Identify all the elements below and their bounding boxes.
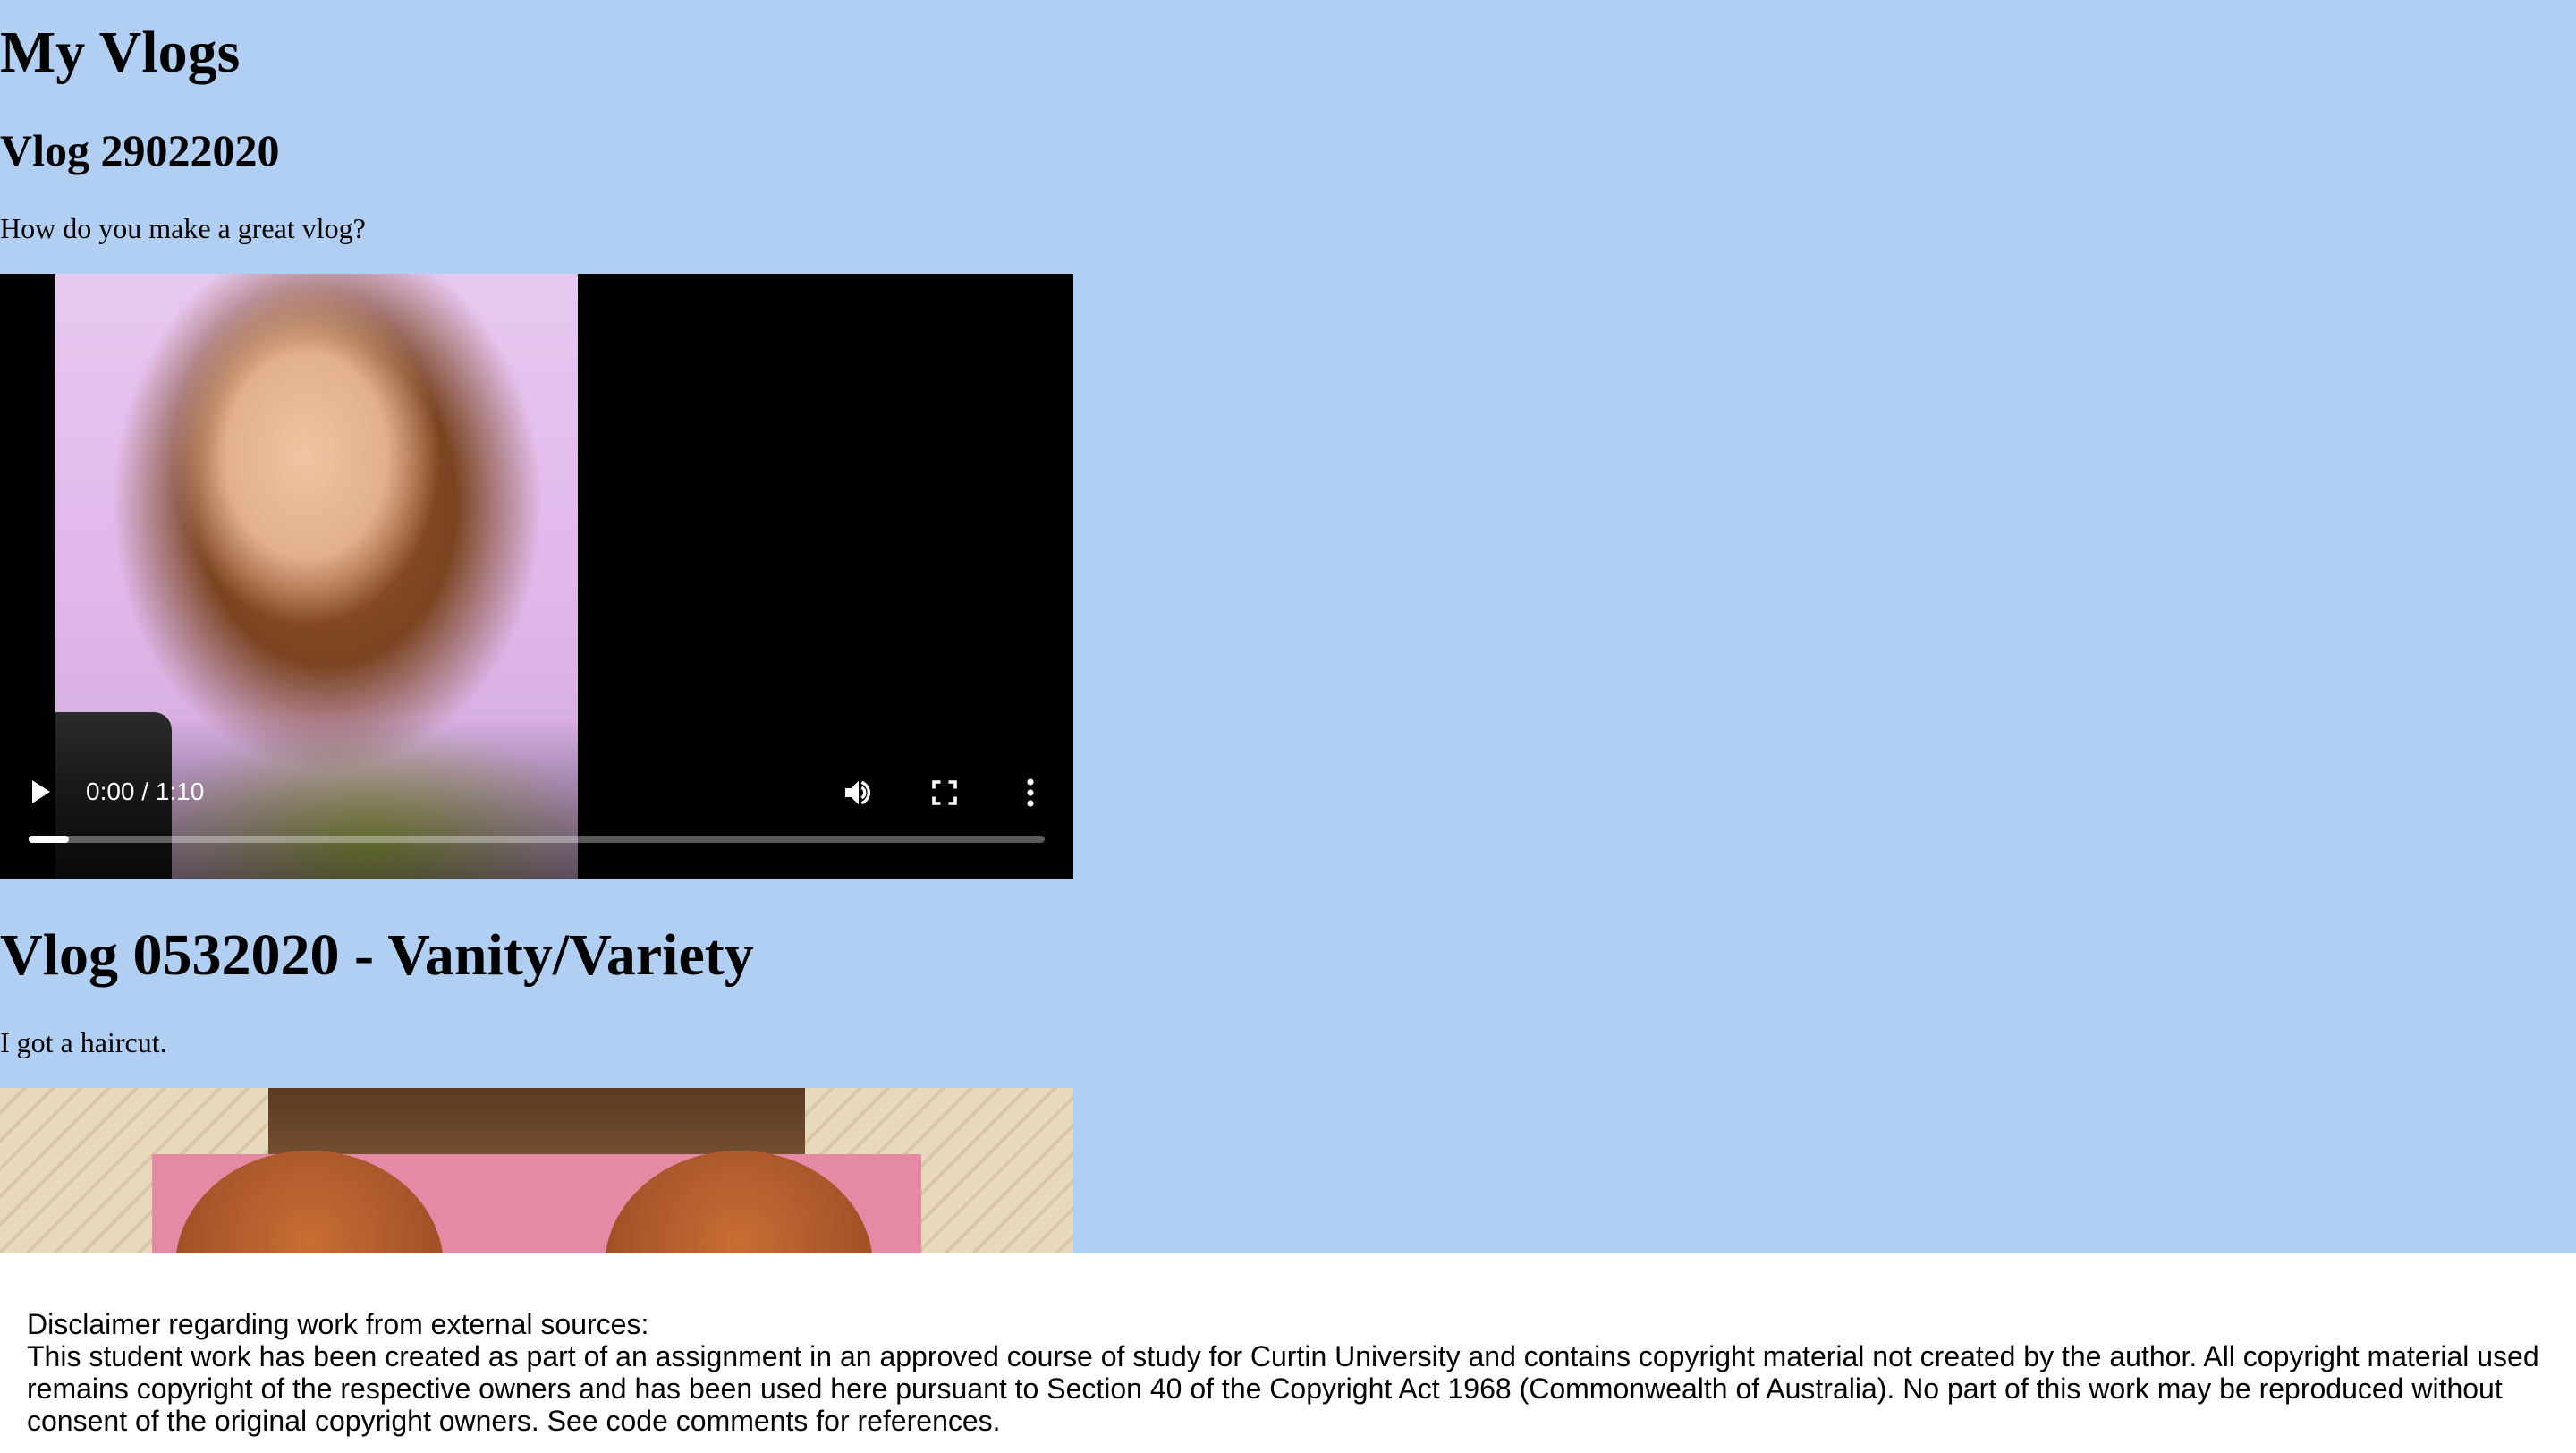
video-progress-fill xyxy=(29,836,70,843)
vlog-description: How do you make a great vlog? xyxy=(0,212,366,244)
disclaimer: Disclaimer regarding work from external … xyxy=(27,1308,2576,1437)
vlog-title: Vlog 29022020 xyxy=(0,125,280,175)
vlog-title: Vlog 0532020 - Vanity/Variety xyxy=(0,922,754,988)
main-content: My Vlogs Vlog 29022020 How do you make a… xyxy=(0,0,2576,1253)
video-player[interactable]: 0:00 / 1:10 xyxy=(0,274,1073,879)
video-time: 0:00 / 1:10 xyxy=(86,777,205,805)
page: My Vlogs Vlog 29022020 How do you make a… xyxy=(0,0,2576,1453)
disclaimer-heading: Disclaimer regarding work from external … xyxy=(27,1308,649,1340)
more-vertical-icon[interactable] xyxy=(1021,777,1039,809)
fullscreen-icon[interactable] xyxy=(928,777,961,809)
play-icon[interactable] xyxy=(32,780,50,803)
disclaimer-body: This student work has been created as pa… xyxy=(27,1340,2539,1437)
page-title: My Vlogs xyxy=(0,20,241,85)
video-player[interactable] xyxy=(0,1088,1073,1253)
volume-icon[interactable] xyxy=(841,775,877,811)
footer: Disclaimer regarding work from external … xyxy=(0,1253,2576,1453)
vlog-description: I got a haircut. xyxy=(0,1026,167,1058)
video-progress-bar[interactable] xyxy=(29,836,1045,843)
